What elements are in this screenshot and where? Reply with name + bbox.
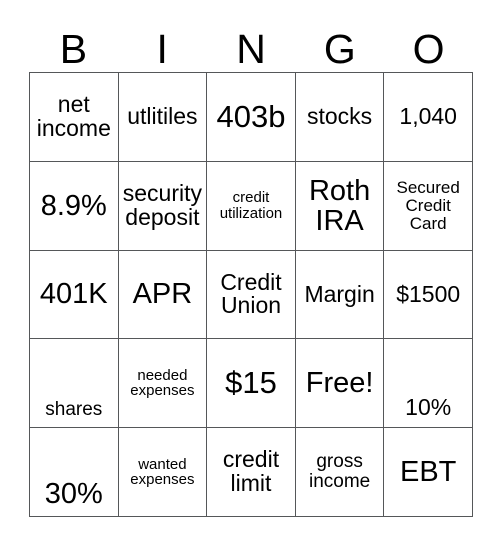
bingo-cell[interactable]: Roth IRA (295, 161, 385, 251)
bingo-cell[interactable]: wanted expenses (118, 428, 208, 517)
bingo-cell-label: Secured Credit Card (396, 178, 460, 233)
bingo-cell-label: 10% (405, 394, 452, 421)
bingo-cell-label: EBT (399, 456, 457, 489)
bingo-cell[interactable]: $1500 (384, 250, 473, 340)
bingo-cell[interactable]: 8.9% (30, 161, 119, 251)
bingo-card: B I N G O net income utlitiles 403b stocks 1… (0, 0, 500, 544)
bingo-cell-label: 8.9% (40, 189, 107, 222)
bingo-cell[interactable]: Secured Credit Card (384, 161, 473, 251)
bingo-cell[interactable]: utlitiles (118, 73, 208, 162)
bingo-cell[interactable]: stocks (295, 73, 385, 162)
bingo-cell[interactable]: APR (118, 250, 208, 340)
bingo-cell[interactable]: 1,040 (384, 73, 473, 162)
bingo-cell-label: 403b (216, 98, 286, 134)
bingo-header-letter-n: N (236, 26, 266, 72)
bingo-header-row: B I N G O (29, 14, 473, 72)
bingo-cell-label: APR (132, 278, 193, 311)
bingo-cell-label: credit limit (222, 446, 280, 497)
bingo-cell[interactable]: 401K (30, 250, 119, 340)
bingo-cell[interactable]: needed expenses (118, 339, 208, 429)
bingo-cell-label: 401K (39, 278, 108, 311)
bingo-cell-label: wanted expenses (130, 455, 195, 489)
bingo-cell-label: $1500 (396, 280, 461, 307)
bingo-cell-label: shares (45, 399, 103, 421)
bingo-cell[interactable]: Free! (295, 339, 385, 429)
bingo-cell-label: security deposit (122, 179, 203, 230)
bingo-cell[interactable]: credit limit (207, 428, 296, 517)
bingo-cell[interactable]: gross income (295, 428, 385, 517)
bingo-cell[interactable]: $15 (207, 339, 296, 429)
bingo-cell[interactable]: Credit Union (207, 250, 296, 340)
bingo-cell-label: Roth IRA (308, 174, 371, 237)
bingo-cell-label: utlitiles (127, 102, 198, 129)
bingo-cell-label: stocks (307, 102, 373, 129)
bingo-cell-label: needed expenses (130, 366, 195, 400)
bingo-cell[interactable]: 30% (30, 428, 119, 517)
bingo-cell-label: gross income (308, 451, 371, 493)
bingo-cell-label: 30% (44, 477, 103, 510)
bingo-header-letter-o: O (412, 26, 445, 72)
bingo-cell-label: 1,040 (399, 102, 457, 129)
bingo-header-letter-g: G (323, 26, 356, 72)
bingo-grid: net income utlitiles 403b stocks 1,040 8.9% se… (29, 72, 473, 517)
bingo-cell[interactable]: shares (30, 339, 119, 429)
bingo-cell-label: net income (36, 90, 111, 141)
bingo-cell-label: credit utilization (219, 189, 283, 222)
bingo-cell-label: $15 (225, 365, 277, 401)
bingo-cell[interactable]: EBT (384, 428, 473, 517)
bingo-cell-label: Free! (305, 367, 374, 400)
bingo-cell[interactable]: security deposit (118, 161, 208, 251)
bingo-cell[interactable]: Margin (295, 250, 385, 340)
bingo-cell-label: Credit Union (220, 268, 282, 319)
bingo-header-letter-b: B (59, 26, 88, 72)
bingo-cell[interactable]: 10% (384, 339, 473, 429)
bingo-cell[interactable]: net income (30, 73, 119, 162)
bingo-cell-label: Margin (304, 280, 375, 307)
bingo-cell[interactable]: credit utilization (207, 161, 296, 251)
bingo-header-letter-i: I (156, 26, 168, 72)
bingo-cell[interactable]: 403b (207, 73, 296, 162)
